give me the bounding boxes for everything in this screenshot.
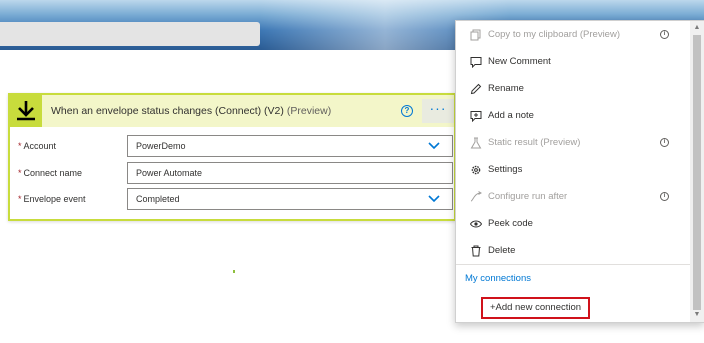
account-dropdown[interactable]: PowerDemo [127,135,453,157]
required-marker: * [18,141,22,151]
menu-item-label: Configure run after [488,191,568,202]
scroll-up-icon[interactable]: ▲ [690,21,704,35]
info-icon[interactable]: i [660,192,669,201]
connect-name-input[interactable]: Power Automate [127,162,453,184]
chevron-down-icon [428,195,440,203]
chevron-down-icon [428,142,440,150]
field-label-text: Connect name [23,168,83,178]
account-value: PowerDemo [136,141,186,151]
field-connect-name: * Connect name Power Automate [18,162,453,184]
help-icon[interactable]: ? [401,105,413,117]
info-icon[interactable]: i [660,138,669,147]
menu-item-label: Delete [488,245,516,256]
envelope-event-value: Completed [136,194,180,204]
download-arrow-icon [10,95,42,127]
gear-icon [471,165,481,175]
field-label-text: Account [23,141,57,151]
eye-icon [470,220,482,228]
menu-item-settings[interactable]: Settings [456,157,690,183]
menu-scrollbar[interactable]: ▲ ▼ [690,21,704,322]
more-options-button[interactable]: ··· [422,99,454,123]
trigger-title: When an envelope status changes (Connect… [51,105,331,117]
trash-icon [471,245,481,257]
blurred-header-bar [0,22,260,46]
menu-item-add-note[interactable]: Add a note [456,103,690,129]
menu-item-static-result[interactable]: Static result (Preview) i [456,130,690,156]
menu-item-label: Peek code [488,218,533,229]
menu-item-new-comment[interactable]: New Comment [456,49,690,75]
menu-item-rename[interactable]: Rename [456,76,690,102]
menu-item-label: Add a note [488,110,534,121]
field-account: * Account PowerDemo [18,135,453,157]
field-label-envelope-event: * Envelope event [18,194,126,204]
trigger-card: When an envelope status changes (Connect… [8,93,456,221]
menu-item-label: New Comment [488,56,551,67]
add-new-connection-button[interactable]: +Add new connection [481,297,590,319]
run-after-icon [470,191,482,202]
comment-icon [470,57,482,68]
field-label-connect-name: * Connect name [18,168,126,178]
copy-icon [470,29,481,41]
field-label-text: Envelope event [23,194,86,204]
my-connections-heading: My connections [465,273,532,284]
menu-item-label: Static result (Preview) [488,137,581,148]
menu-item-copy-clipboard[interactable]: Copy to my clipboard (Preview) i [456,22,690,48]
flask-icon [470,137,482,149]
trigger-preview-tag: (Preview) [286,105,332,117]
menu-item-label: Settings [488,164,523,175]
required-marker: * [18,168,22,178]
menu-item-delete[interactable]: Delete [456,238,690,264]
pencil-icon [470,83,482,95]
envelope-event-dropdown[interactable]: Completed [127,188,453,210]
connect-name-value: Power Automate [136,168,203,178]
menu-item-configure-run-after[interactable]: Configure run after i [456,184,690,210]
connector-dot [233,270,235,273]
trigger-title-text: When an envelope status changes (Connect… [51,105,284,117]
field-envelope-event: * Envelope event Completed [18,188,453,210]
scrollbar-thumb[interactable] [693,35,701,310]
note-icon [470,111,482,122]
info-icon[interactable]: i [660,30,669,39]
menu-item-peek-code[interactable]: Peek code [456,211,690,237]
more-options-menu: Copy to my clipboard (Preview) i New Com… [455,20,704,323]
trigger-card-header[interactable]: When an envelope status changes (Connect… [10,95,454,127]
menu-item-label: Copy to my clipboard (Preview) [488,29,620,40]
required-marker: * [18,194,22,204]
menu-divider [456,264,690,265]
field-label-account: * Account [18,141,126,151]
menu-item-label: Rename [488,83,524,94]
scroll-down-icon[interactable]: ▼ [690,308,704,322]
